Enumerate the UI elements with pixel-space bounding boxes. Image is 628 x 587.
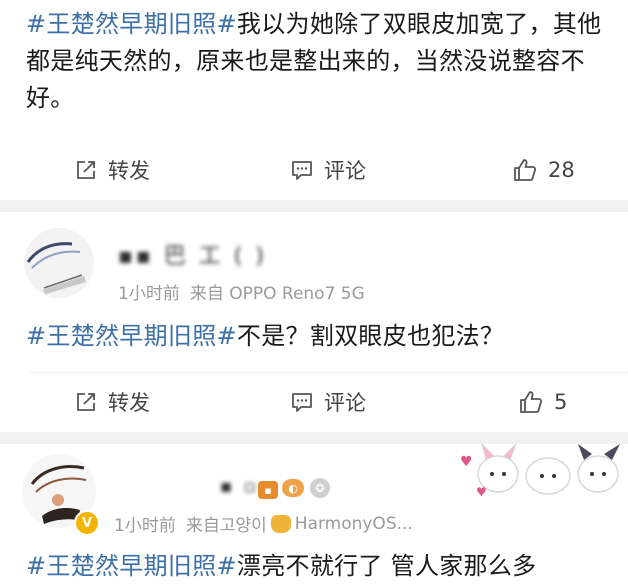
comment-label: 评论: [324, 159, 366, 183]
post-3-username[interactable]: ▪ ▫: [220, 476, 259, 497]
comment-label: 评论: [324, 391, 366, 415]
post-3-source-suffix: HarmonyOS...: [294, 513, 413, 534]
repost-icon: [74, 158, 98, 182]
repost-label: 转发: [108, 391, 150, 415]
post-2-meta: 1小时前 来自 OPPO Reno7 5G: [118, 279, 365, 304]
post-2-time: 1小时前: [118, 284, 180, 304]
post-2-avatar[interactable]: [24, 228, 94, 298]
like-count: 28: [548, 158, 575, 182]
post-2-divider: [30, 372, 628, 373]
post-1-comment-button[interactable]: 评论: [290, 142, 366, 198]
post-1-action-bar: 转发 评论 28: [0, 142, 628, 198]
comment-icon: [290, 158, 314, 182]
fish-icon: ◐: [282, 479, 304, 497]
level-badge-icon: ▪: [258, 481, 278, 499]
post-separator-1: [0, 200, 628, 212]
post-3-source[interactable]: 来自고양이 HarmonyOS...: [185, 511, 413, 537]
post-3-source-prefix: 来自고양이: [185, 516, 267, 536]
comment-icon: [290, 390, 314, 414]
post-3-hashtag[interactable]: #王楚然早期旧照#: [26, 552, 237, 580]
repost-label: 转发: [108, 159, 150, 183]
post-1-like-button[interactable]: 28: [512, 142, 575, 198]
post-2-hashtag[interactable]: #王楚然早期旧照#: [26, 322, 237, 350]
like-count: 5: [554, 390, 568, 414]
weibo-feed: #王楚然早期旧照#我以为她除了双眼皮加宽了，其他 都是纯天然的，原来也是整出来的…: [0, 0, 628, 587]
svg-text:♥: ♥: [460, 454, 473, 470]
post-2-source[interactable]: 来自 OPPO Reno7 5G: [190, 279, 365, 304]
post-2-text: #王楚然早期旧照#不是？割双眼皮也犯法？: [26, 318, 504, 355]
post-2-comment-button[interactable]: 评论: [290, 374, 366, 430]
post-1-line-1: #王楚然早期旧照#我以为她除了双眼皮加宽了，其他: [26, 6, 601, 43]
post-1-line-3: 好。: [26, 84, 75, 112]
post-1-text: #王楚然早期旧照#我以为她除了双眼皮加宽了，其他 都是纯天然的，原来也是整出来的…: [26, 6, 601, 117]
post-3-body: 漂亮不就行了 管人家那么多: [236, 552, 537, 580]
thumbs-up-icon: [518, 389, 544, 415]
svg-text:♥: ♥: [476, 485, 487, 499]
vip-badge-icon: V: [74, 510, 100, 536]
post-1-line-1-rest: 我以为她除了双眼皮加宽了，其他: [236, 10, 602, 38]
post-3-time: 1小时前: [114, 516, 176, 536]
post-2-username[interactable]: ▪▪ 巴 工 ( ): [118, 238, 267, 270]
thumbs-up-icon: [512, 157, 538, 183]
post-1-hashtag[interactable]: #王楚然早期旧照#: [26, 10, 237, 38]
post-2-like-button[interactable]: 5: [518, 374, 567, 430]
cat-icon: [270, 514, 291, 533]
post-1-repost-button[interactable]: 转发: [74, 142, 150, 198]
post-2-action-bar: 转发 评论 5: [0, 374, 628, 430]
medal-icon: ✪: [310, 478, 330, 498]
post-3-text: #王楚然早期旧照#漂亮不就行了 管人家那么多: [26, 548, 536, 585]
post-1-line-2: 都是纯天然的，原来也是整出来的，当然没说整容不: [26, 47, 585, 75]
post-2-repost-button[interactable]: 转发: [74, 374, 150, 430]
cartoon-sticker-image: ♥ ♥: [458, 440, 628, 504]
repost-icon: [74, 390, 98, 414]
post-2-body: 不是？割双眼皮也犯法？: [236, 322, 505, 350]
post-3-meta: 1小时前 来自고양이 HarmonyOS...: [114, 511, 413, 537]
